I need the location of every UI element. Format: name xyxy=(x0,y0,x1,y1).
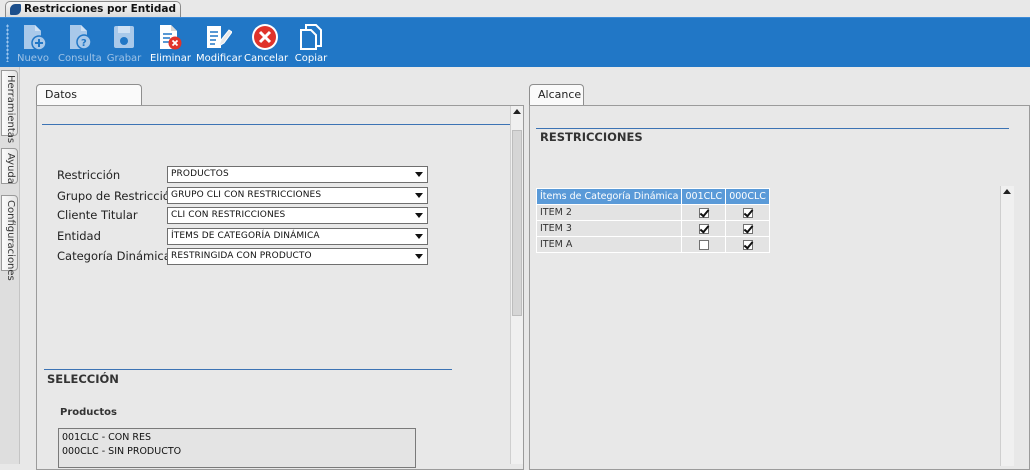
field-label-categoria-dinamica: Categoría Dinámica xyxy=(57,249,171,263)
side-tab-ayuda[interactable]: Ayuda xyxy=(1,148,18,184)
checkbox-001clc[interactable] xyxy=(698,223,709,234)
delete-button-label: Eliminar xyxy=(150,53,191,64)
checkbox-000clc[interactable] xyxy=(742,239,753,250)
list-item[interactable]: 000CLC - SIN PRODUCTO xyxy=(62,446,181,457)
cancel-button[interactable]: Cancelar xyxy=(244,20,289,66)
cliente-titular-value: CLI CON RESTRICCIONES xyxy=(171,210,286,220)
delete-button[interactable]: Eliminar xyxy=(150,20,191,66)
delete-document-icon xyxy=(160,25,182,50)
tab-datos-principales[interactable]: Datos Principales xyxy=(36,84,142,121)
restricciones-section-title: RESTRICCIONES xyxy=(540,130,643,144)
entidad-value: ÍTEMS DE CATEGORÍA DINÁMICA xyxy=(171,231,320,241)
scroll-up-icon[interactable] xyxy=(513,109,521,114)
categoria-dinamica-select[interactable]: RESTRINGIDA CON PRODUCTO xyxy=(167,248,428,265)
scroll-thumb[interactable] xyxy=(512,130,522,316)
column-header-001clc[interactable]: 001CLC xyxy=(681,188,727,205)
checkbox-001clc[interactable] xyxy=(698,207,709,218)
title-strip: Restricciones por Entidad xyxy=(0,0,1030,17)
save-button-label: Grabar xyxy=(106,53,142,64)
categoria-dinamica-value: RESTRINGIDA CON PRODUCTO xyxy=(171,251,312,261)
chevron-down-icon xyxy=(415,172,423,177)
checkbox-001clc[interactable] xyxy=(698,239,709,250)
new-button-label: Nuevo xyxy=(16,53,49,64)
checkbox-000clc[interactable] xyxy=(742,207,753,218)
side-tabs: Herramientas Ayuda Configuraciones xyxy=(0,67,20,464)
item-cell: ITEM A xyxy=(535,236,683,253)
window-tab-title: Restricciones por Entidad xyxy=(24,3,176,15)
entidad-select[interactable]: ÍTEMS DE CATEGORÍA DINÁMICA xyxy=(167,228,428,245)
copy-button[interactable]: Copiar xyxy=(293,20,329,66)
divider xyxy=(536,128,1009,129)
restriccion-value: PRODUCTOS xyxy=(171,169,229,179)
restriccion-select[interactable]: PRODUCTOS xyxy=(167,166,428,183)
chevron-down-icon xyxy=(415,254,423,259)
checkbox-cell xyxy=(681,204,727,221)
grid-header-row: Ítems de Categoría Dinámica 001CLC 000CL… xyxy=(535,188,770,205)
chevron-down-icon xyxy=(415,234,423,239)
side-tab-configuraciones[interactable]: Configuraciones xyxy=(1,195,18,281)
scroll-up-icon[interactable] xyxy=(1003,189,1011,194)
tab-alcance[interactable]: Alcance xyxy=(529,84,584,106)
list-item[interactable]: 001CLC - CON RES xyxy=(62,432,151,443)
restricciones-grid: Ítems de Categoría Dinámica 001CLC 000CL… xyxy=(535,188,770,253)
grupo-restriccion-value: GRUPO CLI CON RESTRICCIONES xyxy=(171,190,322,200)
app-logo-icon xyxy=(10,4,21,15)
table-row[interactable]: ITEM A xyxy=(535,236,770,253)
side-tab-label: Ayuda xyxy=(5,153,16,184)
cancel-button-label: Cancelar xyxy=(244,53,289,64)
selection-section-title: SELECCIÓN xyxy=(47,372,119,386)
field-label-entidad: Entidad xyxy=(57,229,101,243)
checkbox-cell xyxy=(725,236,770,253)
field-label-restriccion: Restricción xyxy=(57,168,121,182)
edit-button[interactable]: Modificar xyxy=(196,20,242,66)
new-document-icon xyxy=(24,25,47,51)
checkbox-cell xyxy=(725,204,770,221)
svg-text:?: ? xyxy=(81,38,87,49)
side-tab-label: Herramientas xyxy=(5,75,16,144)
toolbar-grip[interactable] xyxy=(6,24,9,62)
left-panel-scrollbar[interactable] xyxy=(510,106,523,464)
item-cell: ITEM 2 xyxy=(535,204,683,221)
copy-icon xyxy=(300,24,322,50)
copy-button-label: Copiar xyxy=(294,53,328,64)
cliente-titular-select[interactable]: CLI CON RESTRICCIONES xyxy=(167,207,428,224)
divider xyxy=(42,124,510,125)
side-tab-label: Configuraciones xyxy=(5,200,16,281)
tab-label: Alcance xyxy=(538,88,582,101)
table-row[interactable]: ITEM 2 xyxy=(535,204,770,221)
products-list[interactable]: 001CLC - CON RES 000CLC - SIN PRODUCTO xyxy=(58,428,416,468)
field-label-cliente-titular: Cliente Titular xyxy=(57,208,138,222)
new-button[interactable]: Nuevo xyxy=(16,20,50,66)
chevron-down-icon xyxy=(415,213,423,218)
toolbar: Nuevo ? Consulta Grabar Eliminar Modific… xyxy=(0,17,1030,67)
grupo-restriccion-select[interactable]: GRUPO CLI CON RESTRICCIONES xyxy=(167,187,428,204)
products-label: Productos xyxy=(60,407,117,418)
alcance-panel xyxy=(529,105,1030,470)
checkbox-cell xyxy=(681,236,727,253)
checkbox-000clc[interactable] xyxy=(742,223,753,234)
column-header-items[interactable]: Ítems de Categoría Dinámica xyxy=(535,188,683,205)
checkbox-cell xyxy=(681,220,727,237)
edit-button-label: Modificar xyxy=(196,53,242,64)
save-disk-icon xyxy=(114,26,134,48)
query-document-icon: ? xyxy=(70,25,92,50)
save-button[interactable]: Grabar xyxy=(106,20,142,66)
cancel-icon xyxy=(252,24,278,50)
side-tab-herramientas[interactable]: Herramientas xyxy=(1,70,18,143)
field-label-grupo-restriccion: Grupo de Restricción xyxy=(57,189,178,203)
query-button[interactable]: ? Consulta xyxy=(58,20,102,66)
chevron-down-icon xyxy=(415,193,423,198)
table-row[interactable]: ITEM 3 xyxy=(535,220,770,237)
window-tab[interactable]: Restricciones por Entidad xyxy=(5,1,181,17)
grid-scrollbar[interactable] xyxy=(1000,186,1014,466)
checkbox-cell xyxy=(725,220,770,237)
item-cell: ITEM 3 xyxy=(535,220,683,237)
column-header-000clc[interactable]: 000CLC xyxy=(725,188,770,205)
divider xyxy=(44,369,452,370)
edit-document-icon xyxy=(207,26,232,48)
query-button-label: Consulta xyxy=(58,53,102,64)
